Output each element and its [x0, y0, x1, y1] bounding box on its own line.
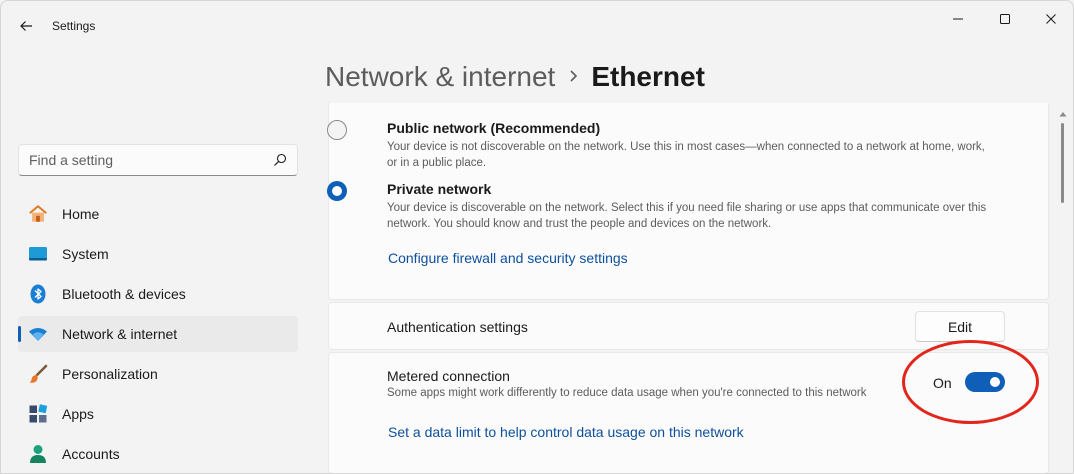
- search-box: [18, 144, 298, 176]
- close-button[interactable]: [1028, 5, 1073, 33]
- app-title: Settings: [52, 19, 96, 33]
- network-profile-card: Public network (Recommended) Your device…: [327, 103, 1049, 300]
- metered-label: Metered connection: [387, 368, 510, 384]
- breadcrumb: Network & internet Ethernet: [325, 59, 705, 95]
- wifi-icon: [28, 324, 48, 344]
- sidebar-item-personalization[interactable]: Personalization: [18, 356, 298, 392]
- public-network-title: Public network (Recommended): [387, 120, 601, 136]
- public-network-option[interactable]: Public network (Recommended) Your device…: [327, 119, 987, 171]
- private-network-description: Your device is discoverable on the netwo…: [387, 202, 987, 230]
- settings-window: Settings Network & internet Ethernet Fin…: [0, 0, 1074, 474]
- back-button[interactable]: [13, 13, 39, 39]
- sidebar-item-network[interactable]: Network & internet: [18, 316, 298, 352]
- metered-toggle[interactable]: [965, 372, 1005, 392]
- title-bar: Settings: [1, 1, 1073, 51]
- bluetooth-icon: [28, 284, 48, 304]
- public-network-radio[interactable]: [327, 120, 347, 140]
- scrollbar-thumb[interactable]: [1061, 123, 1064, 203]
- sidebar-item-label: Apps: [62, 406, 94, 422]
- maximize-button[interactable]: [982, 5, 1028, 33]
- minimize-icon: [953, 18, 963, 20]
- authentication-label: Authentication settings: [387, 319, 528, 335]
- private-network-option[interactable]: Private network Your device is discovera…: [327, 180, 987, 232]
- private-network-radio[interactable]: [327, 181, 347, 201]
- private-network-title: Private network: [387, 181, 492, 197]
- content-panel: Public network (Recommended) Your device…: [327, 103, 1049, 473]
- firewall-settings-link[interactable]: Configure firewall and security settings: [388, 250, 628, 266]
- sidebar-item-apps[interactable]: Apps: [18, 396, 298, 432]
- page-title: Ethernet: [591, 61, 705, 92]
- maximize-icon: [1000, 14, 1010, 24]
- sidebar-item-label: Home: [62, 206, 100, 222]
- sidebar-item-bluetooth[interactable]: Bluetooth & devices: [18, 276, 298, 312]
- apps-icon: [28, 404, 48, 424]
- metered-description: Some apps might work differently to redu…: [387, 387, 867, 399]
- edit-button[interactable]: Edit: [915, 311, 1005, 342]
- back-arrow-icon: [20, 21, 32, 31]
- account-icon: [28, 444, 48, 464]
- scroll-up-icon[interactable]: [1059, 111, 1067, 117]
- search-input[interactable]: [29, 150, 269, 170]
- chevron-right-icon: [569, 56, 579, 92]
- sidebar-item-label: Personalization: [62, 366, 158, 382]
- home-icon: [28, 204, 48, 224]
- search-icon[interactable]: [273, 153, 287, 167]
- sidebar-item-accounts[interactable]: Accounts: [18, 436, 298, 472]
- metered-connection-row: Metered connection Some apps might work …: [328, 352, 1049, 473]
- sidebar-item-home[interactable]: Home: [18, 196, 298, 232]
- toggle-state-label: On: [933, 375, 952, 391]
- sidebar-item-label: Bluetooth & devices: [62, 286, 186, 302]
- brush-icon: [28, 364, 48, 384]
- authentication-settings-row: Authentication settings Edit: [328, 302, 1049, 350]
- data-limit-link[interactable]: Set a data limit to help control data us…: [388, 424, 744, 440]
- sidebar-nav: Home System Bluetooth & devices Network …: [18, 196, 298, 473]
- sidebar-item-label: Network & internet: [62, 326, 178, 342]
- close-icon: [1046, 14, 1056, 24]
- minimize-button[interactable]: [935, 5, 981, 33]
- sidebar-item-label: Accounts: [62, 446, 120, 462]
- system-icon: [28, 244, 48, 264]
- sidebar-item-label: System: [62, 246, 109, 262]
- public-network-description: Your device is not discoverable on the n…: [387, 141, 985, 169]
- breadcrumb-parent[interactable]: Network & internet: [325, 61, 555, 92]
- sidebar-item-system[interactable]: System: [18, 236, 298, 272]
